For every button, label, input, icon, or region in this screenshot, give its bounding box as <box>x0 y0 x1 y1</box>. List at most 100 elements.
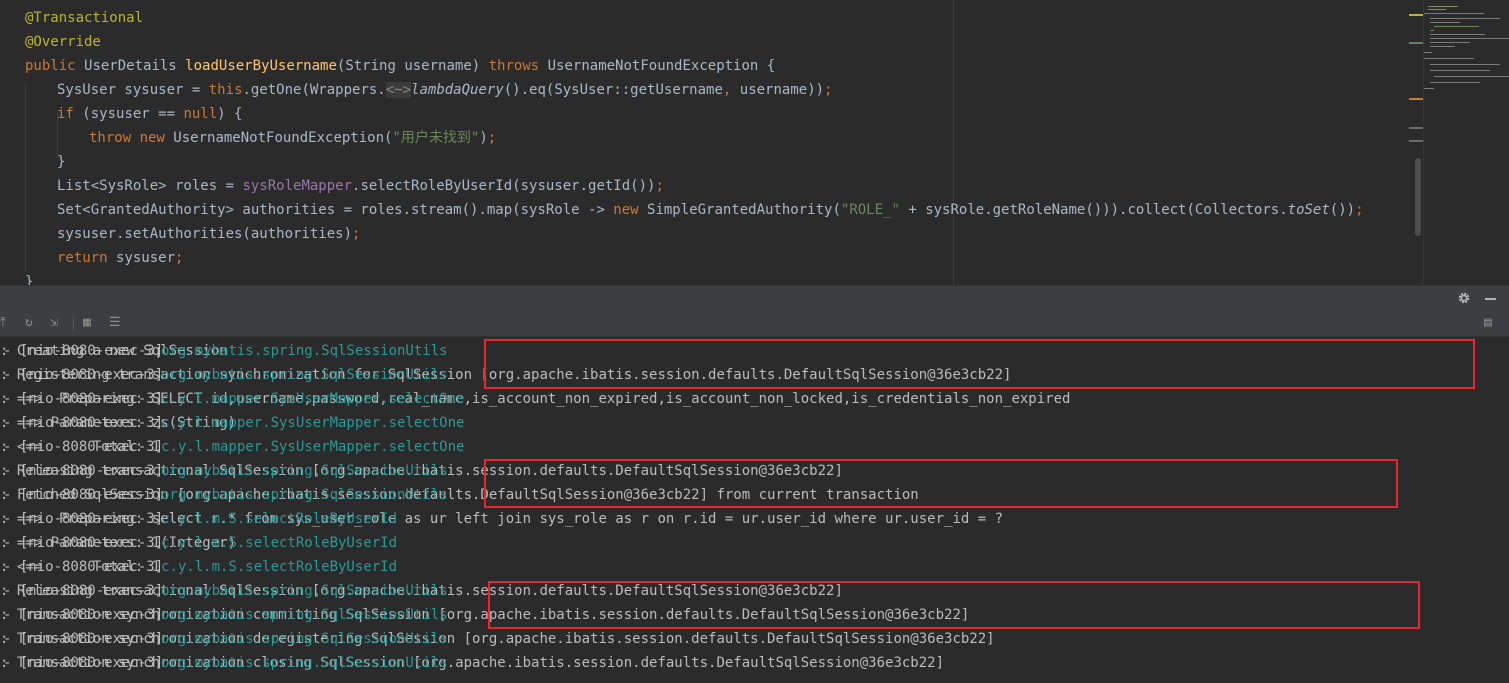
code-token: ()) <box>1329 202 1356 218</box>
log-thread: - [nio-8080-exec-3] <box>3 463 164 479</box>
code-token: } <box>57 154 66 170</box>
code-token: (String username) <box>336 58 489 74</box>
code-line[interactable]: SysUser sysuser = this.getOne(Wrappers.<… <box>57 78 833 102</box>
log-logger[interactable]: org.mybatis.spring.SqlSessionUtils <box>161 603 448 627</box>
minimap-line <box>1430 70 1490 71</box>
log-row: - [nio-8080-exec-3] c.y.l.m.S.selectRoleB… <box>0 555 1509 579</box>
code-token: new <box>613 202 648 218</box>
code-line[interactable]: public UserDetails loadUserByUsername(St… <box>25 54 775 78</box>
code-line[interactable]: Set<GrantedAuthority> authorities = role… <box>57 198 1364 222</box>
minimize-icon[interactable] <box>1485 298 1496 300</box>
log-logger[interactable]: org.mybatis.spring.SqlSessionUtils <box>161 579 448 603</box>
code-token: } <box>25 274 34 285</box>
code-token: ; <box>655 178 664 194</box>
log-logger[interactable]: c.y.l.mapper.SysUserMapper.selectOne <box>161 411 464 435</box>
code-token: loadUserByUsername <box>185 58 337 74</box>
code-line[interactable]: } <box>57 150 65 174</box>
error-stripe-mark[interactable] <box>1409 14 1423 16</box>
log-thread: - [nio-8080-exec-3] <box>3 511 164 527</box>
minimap-line <box>1430 64 1500 65</box>
code-token: null <box>183 106 218 122</box>
code-line[interactable]: } <box>25 270 33 285</box>
code-token: ; <box>175 250 184 266</box>
code-token: ; <box>1355 202 1364 218</box>
log-thread: - [nio-8080-exec-3] <box>3 631 164 647</box>
code-token: username)) <box>739 82 825 98</box>
code-line[interactable]: throw new UsernameNotFoundException("用户未… <box>89 126 496 150</box>
code-token: public <box>25 58 85 74</box>
code-line[interactable]: @Transactional <box>25 6 143 30</box>
settings-list-icon[interactable]: ☰ <box>109 314 121 332</box>
code-editor[interactable]: @Transactional @Override public UserDetail… <box>0 0 1509 285</box>
code-token: + sysRole.getRoleName())).collect(Collec… <box>899 202 1288 218</box>
log-logger[interactable]: c.y.l.mapper.SysUserMapper.selectOne <box>161 435 464 459</box>
minimap-line <box>1428 9 1446 10</box>
minimap-line <box>1424 52 1432 53</box>
code-token: .getOne(Wrappers. <box>242 82 386 98</box>
log-row: - [nio-8080-exec-3] org.mybatis.spring.Sq… <box>0 627 1509 651</box>
code-line[interactable]: List<SysRole> roles = sysRoleMapper.sele… <box>57 174 664 198</box>
log-row: - [nio-8080-exec-3] c.y.l.mapper.SysUserM… <box>0 411 1509 435</box>
log-row: - [nio-8080-exec-3] c.y.l.m.S.selectRoleB… <box>0 531 1509 555</box>
error-stripe-mark[interactable] <box>1409 140 1423 142</box>
log-thread: - [nio-8080-exec-3] <box>3 391 164 407</box>
print-icon[interactable]: ▦ <box>83 314 91 332</box>
gear-icon[interactable] <box>1457 291 1471 305</box>
code-token: <~> <box>385 82 412 98</box>
run-tool-window-header <box>0 285 1509 311</box>
code-token: Set<GrantedAuthority> authorities = role… <box>57 202 614 218</box>
code-token: throws <box>488 58 548 74</box>
log-row: - [nio-8080-exec-3] c.y.l.m.S.selectRoleB… <box>0 507 1509 531</box>
log-thread: - [nio-8080-exec-3] <box>3 367 164 383</box>
indent-guide <box>25 82 26 272</box>
log-logger[interactable]: c.y.l.mapper.SysUserMapper.selectOne <box>161 387 464 411</box>
log-logger[interactable]: org.mybatis.spring.SqlSessionUtils <box>161 459 448 483</box>
code-token: (sysuser == <box>82 106 184 122</box>
code-line[interactable]: sysuser.setAuthorities(authorities); <box>57 222 360 246</box>
error-stripe-mark[interactable] <box>1409 98 1423 100</box>
rerun-icon[interactable]: ↻ <box>25 314 33 332</box>
run-toolbar: ⤒ ↻ ⇲ ▦ ☰ ▤ <box>0 310 1509 337</box>
code-token: ; <box>487 130 497 146</box>
log-logger[interactable]: org.mybatis.spring.SqlSessionUtils <box>161 651 448 675</box>
console-output[interactable]: - [nio-8080-exec-3] org.mybatis.spring.Sq… <box>0 337 1509 683</box>
minimap-line <box>1434 26 1479 27</box>
editor-scrollbar-thumb[interactable] <box>1415 158 1421 236</box>
log-logger[interactable]: org.mybatis.spring.SqlSessionUtils <box>161 363 448 387</box>
log-thread: - [nio-8080-exec-3] <box>3 535 164 551</box>
log-thread: - [nio-8080-exec-3] <box>3 487 164 503</box>
log-thread: - [nio-8080-exec-3] <box>3 559 164 575</box>
code-token: ; <box>824 82 833 98</box>
code-token: sysuser.setAuthorities(authorities) <box>57 226 353 242</box>
log-thread: - [nio-8080-exec-3] <box>3 607 164 623</box>
code-token: if <box>57 106 83 122</box>
log-logger[interactable]: org.mybatis.spring.SqlSessionUtils <box>161 339 448 363</box>
code-token: List<SysRole> roles = <box>57 178 243 194</box>
layout-icon[interactable]: ▤ <box>1484 314 1492 332</box>
code-line[interactable]: if (sysuser == null) { <box>57 102 242 126</box>
code-token: UserDetails <box>84 58 186 74</box>
minimap-line <box>1434 76 1509 77</box>
minimap-line <box>1424 13 1484 14</box>
code-token: SimpleGrantedAuthority( <box>647 202 841 218</box>
code-minimap[interactable] <box>1424 0 1509 285</box>
stop-icon[interactable]: ⇲ <box>50 314 58 332</box>
code-token: sysRoleMapper <box>242 178 353 194</box>
code-token: return <box>57 250 117 266</box>
code-line[interactable]: return sysuser; <box>57 246 183 270</box>
code-token: @Override <box>25 34 101 50</box>
code-token: ) <box>479 130 488 146</box>
log-logger[interactable]: c.y.l.m.S.selectRoleByUserId <box>161 531 397 555</box>
code-line[interactable]: @Override <box>25 30 101 54</box>
code-token: "ROLE_" <box>840 202 900 218</box>
log-row: - [nio-8080-exec-3] org.mybatis.spring.Sq… <box>0 651 1509 675</box>
log-logger[interactable]: c.y.l.m.S.selectRoleByUserId <box>161 507 397 531</box>
log-logger[interactable]: org.mybatis.spring.SqlSessionUtils <box>161 627 448 651</box>
error-stripe-mark[interactable] <box>1409 42 1423 44</box>
error-stripe-mark[interactable] <box>1409 127 1423 129</box>
log-logger[interactable]: c.y.l.m.S.selectRoleByUserId <box>161 555 397 579</box>
code-token: sysuser <box>116 250 176 266</box>
log-thread: - [nio-8080-exec-3] <box>3 415 164 431</box>
scroll-up-icon[interactable]: ⤒ <box>0 314 6 332</box>
log-logger[interactable]: org.mybatis.spring.SqlSessionUtils <box>161 483 448 507</box>
